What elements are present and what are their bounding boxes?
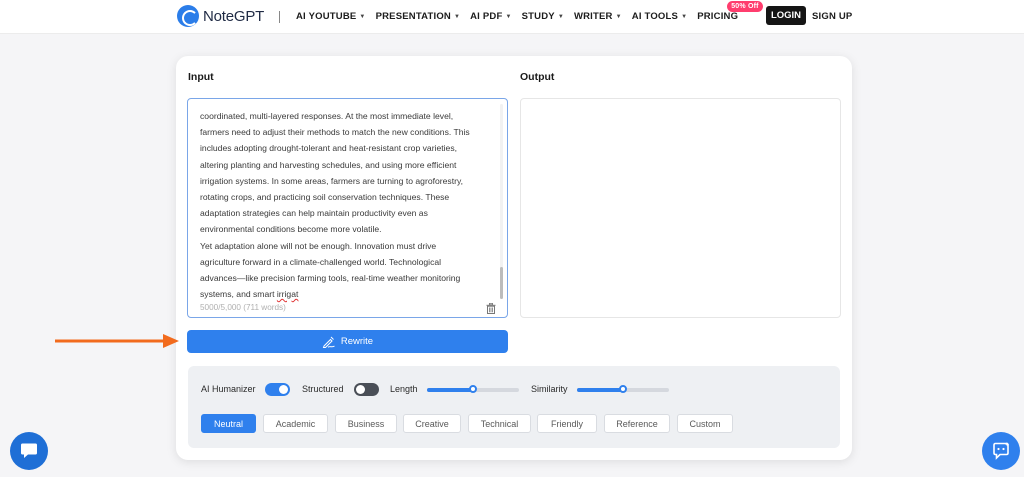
tone-custom[interactable]: Custom xyxy=(677,414,733,433)
nav-item-label: AI PDF xyxy=(470,11,503,22)
chat-support-button[interactable] xyxy=(10,432,48,470)
slider-fill xyxy=(427,388,473,392)
tone-business[interactable]: Business xyxy=(335,414,397,433)
nav-item-label: AI YOUTUBE xyxy=(296,11,357,22)
humanizer-label: AI Humanizer xyxy=(201,384,256,394)
nav-item-pricing[interactable]: PRICING 50% Off xyxy=(697,1,763,22)
tone-neutral[interactable]: Neutral xyxy=(201,414,256,433)
ai-assistant-button[interactable] xyxy=(982,432,1020,470)
rewrite-label: Rewrite xyxy=(340,336,374,347)
top-navigation: NoteGPT AI YOUTUBE ▼ PRESENTATION ▼ AI PDF… xyxy=(0,0,1024,34)
similarity-label: Similarity xyxy=(531,384,568,394)
nav-item-label: PRESENTATION xyxy=(375,11,451,22)
nav-item-study[interactable]: STUDY ▼ xyxy=(522,11,564,22)
tone-friendly[interactable]: Friendly xyxy=(537,414,597,433)
length-slider[interactable] xyxy=(427,385,519,393)
misspelled-word: irrigat xyxy=(276,289,299,300)
notegpt-logo-icon xyxy=(177,5,199,27)
output-panel[interactable] xyxy=(520,98,841,318)
rewrite-button[interactable]: Rewrite xyxy=(187,330,508,353)
nav-item-presentation[interactable]: PRESENTATION ▼ xyxy=(376,11,461,22)
length-label: Length xyxy=(390,384,418,394)
nav-item-label: WRITER xyxy=(573,11,613,22)
tone-reference[interactable]: Reference xyxy=(604,414,670,433)
input-title: Input xyxy=(188,71,214,83)
magic-pen-icon xyxy=(322,336,335,348)
scrollbar-thumb[interactable] xyxy=(500,267,503,299)
toggle-knob xyxy=(279,385,288,394)
nav-item-ai-youtube[interactable]: AI YOUTUBE ▼ xyxy=(296,11,366,22)
slider-thumb[interactable] xyxy=(469,385,477,393)
chat-bubble-icon xyxy=(21,443,37,458)
tone-technical[interactable]: Technical xyxy=(468,414,531,433)
slider-thumb[interactable] xyxy=(619,385,627,393)
tone-academic[interactable]: Academic xyxy=(263,414,328,433)
output-title: Output xyxy=(520,71,555,83)
nav-item-ai-pdf[interactable]: AI PDF ▼ xyxy=(470,11,511,22)
nav-menu: AI YOUTUBE ▼ PRESENTATION ▼ AI PDF ▼ STUDY ▼… xyxy=(296,1,763,22)
assistant-chat-icon xyxy=(993,442,1010,460)
structured-label: Structured xyxy=(302,384,344,394)
options-panel: AI Humanizer Structured Length Similarit… xyxy=(188,366,840,448)
brand-name: NoteGPT xyxy=(203,7,265,25)
nav-divider xyxy=(279,11,280,23)
brand-logo[interactable]: NoteGPT xyxy=(177,5,264,27)
humanizer-toggle[interactable] xyxy=(265,383,290,396)
structured-toggle[interactable] xyxy=(354,383,379,396)
caret-down-icon: ▼ xyxy=(681,13,688,20)
trash-icon[interactable] xyxy=(486,303,496,314)
input-text-body: coordinated, multi-layered responses. At… xyxy=(200,111,470,300)
caret-down-icon: ▼ xyxy=(557,13,564,20)
slider-fill xyxy=(577,388,623,392)
rewriter-card: Input Output coordinated, multi-layered … xyxy=(176,56,852,460)
nav-item-label: STUDY xyxy=(521,11,555,22)
tone-creative[interactable]: Creative xyxy=(403,414,461,433)
character-count: 5000/5,000 (711 words) xyxy=(200,303,286,312)
nav-item-label: PRICING xyxy=(697,11,739,22)
nav-item-label: AI TOOLS xyxy=(631,11,679,22)
caret-down-icon: ▼ xyxy=(453,13,461,20)
nav-item-writer[interactable]: WRITER ▼ xyxy=(574,11,622,22)
caret-down-icon: ▼ xyxy=(615,13,622,20)
nav-item-ai-tools[interactable]: AI TOOLS ▼ xyxy=(632,11,687,22)
signup-link[interactable]: SIGN UP xyxy=(812,11,852,22)
login-button[interactable]: LOGIN xyxy=(766,6,806,25)
promo-badge: 50% Off xyxy=(727,1,763,12)
caret-down-icon: ▼ xyxy=(359,13,366,20)
similarity-slider[interactable] xyxy=(577,385,669,393)
input-text: coordinated, multi-layered responses. At… xyxy=(200,108,492,302)
toggle-knob xyxy=(356,385,365,394)
arrow-right-icon xyxy=(55,334,179,348)
input-textarea[interactable]: coordinated, multi-layered responses. At… xyxy=(187,98,508,318)
caret-down-icon: ▼ xyxy=(505,13,512,20)
